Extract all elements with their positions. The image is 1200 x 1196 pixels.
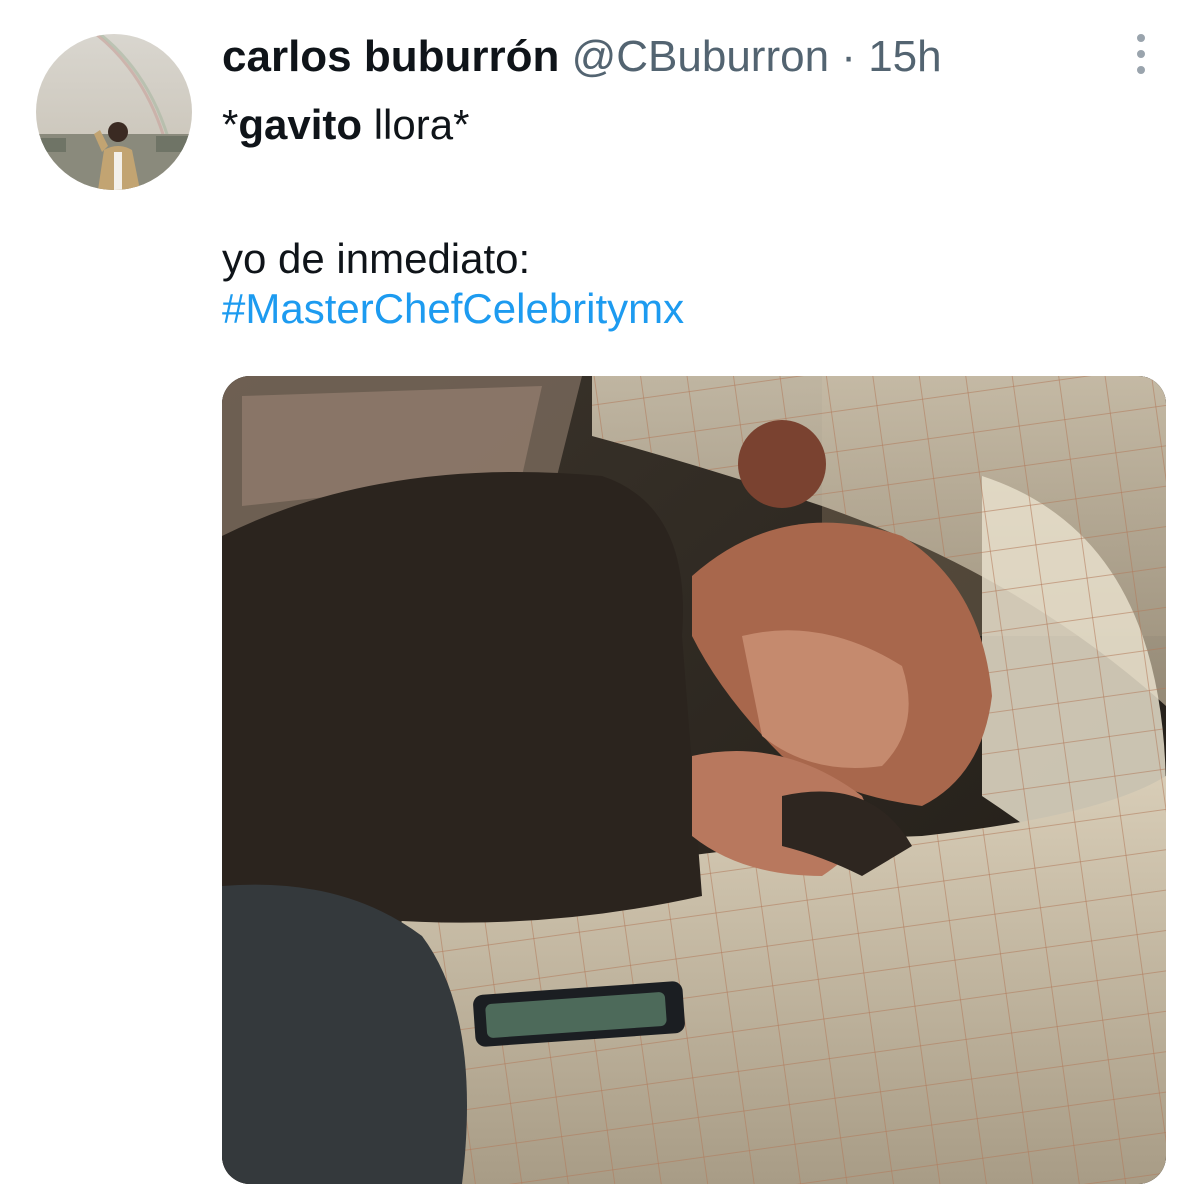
tweet-line-1-suffix: llora* [362,101,470,148]
hashtag-link[interactable]: #MasterChefCelebritymx [222,284,684,334]
user-handle[interactable]: @CBuburron [572,32,829,81]
tweet-media-image[interactable] [222,376,1166,1184]
more-dot [1137,50,1145,58]
tweet-line-2: yo de inmediato: [222,235,531,282]
more-dot [1137,66,1145,74]
separator-dot: · [841,32,856,81]
tweet-line-1-bold: gavito [238,101,363,148]
tweet-text: *gavito llora* yo de inmediato: #MasterC… [222,100,684,334]
tweet[interactable]: carlos buburrón @CBuburron · 15h *gavito… [0,0,1200,1196]
tweet-line-1-prefix: * [222,101,239,148]
avatar[interactable] [36,34,192,190]
display-name[interactable]: carlos buburrón [222,32,559,81]
tweet-header: carlos buburrón @CBuburron · 15h [222,30,942,84]
more-horizontal-icon[interactable] [1126,34,1156,74]
more-dot [1137,34,1145,42]
tweet-line-gap [222,150,684,234]
tweet-line-1: *gavito llora* [222,100,684,150]
timestamp[interactable]: 15h [868,32,941,81]
